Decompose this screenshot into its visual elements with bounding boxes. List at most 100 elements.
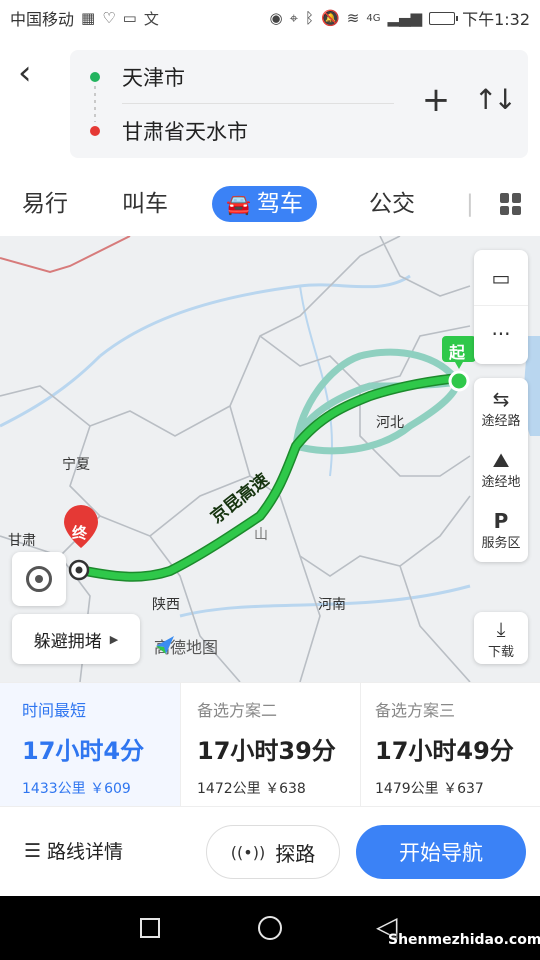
bluetooth-icon: ᛒ [305, 9, 315, 27]
plan-time: 17小时39分 [197, 737, 336, 765]
back-icon: ‹ [18, 53, 32, 93]
download-label: 下载 [487, 644, 514, 660]
map-view[interactable]: 起 终 宁夏 甘肃 河北 陕西 河南 山 京昆高速 ▭ ··· ⇆ 途经路 ⛰ … [0, 236, 540, 682]
status-left: 中国移动 ▦ ♡ ▭ 文 [10, 6, 159, 30]
start-field[interactable]: 天津市 [70, 50, 390, 104]
battery-icon [429, 11, 459, 25]
bottom-actions: ☰ 路线详情 ((•)) 探路 开始导航 [0, 806, 540, 896]
wifi-icon: ≋ [346, 9, 360, 27]
plan-distance: 1433公里 [22, 781, 86, 797]
plan-distance: 1479公里 [375, 781, 439, 797]
route-detail-button[interactable]: ☰ 路线详情 [24, 837, 123, 864]
end-point-center-icon [75, 566, 83, 574]
start-navigation-label: 开始导航 [399, 841, 483, 865]
health-icon: ♡ [102, 9, 116, 27]
plan-time: 17小时4分 [22, 737, 145, 765]
status-bar: 中国移动 ▦ ♡ ▭ 文 ◉ ⌖ ᛒ 🔕 ≋ 4G ▂▄▆ 下午1:32 [0, 0, 540, 36]
back-button[interactable]: ‹ [18, 56, 48, 90]
add-waypoint-button[interactable]: + [418, 80, 454, 120]
probe-button[interactable]: ((•)) 探路 [206, 825, 340, 879]
status-right: ◉ ⌖ ᛒ 🔕 ≋ 4G ▂▄▆ 下午1:32 [270, 6, 531, 30]
location-icon: ⌖ [289, 9, 299, 27]
route-plan-alt-3[interactable]: 备选方案三 17小时49分 1479公里 ￥637 [360, 683, 540, 807]
download-icon: ⤓ [496, 616, 506, 641]
end-field[interactable]: 甘肃省天水市 [70, 104, 390, 158]
map-label-shan: 山 [254, 527, 268, 543]
map-label-ningxia: 宁夏 [62, 457, 90, 473]
plan-tag: 备选方案二 [197, 701, 278, 720]
amap-logo-icon [156, 636, 174, 654]
main-route [76, 374, 462, 581]
plan-meta: 1472公里 ￥638 [197, 778, 360, 798]
locate-icon [26, 566, 52, 592]
avoid-congestion-button[interactable]: 躲避拥堵 ▶ [12, 614, 140, 664]
plan-distance: 1472公里 [197, 781, 261, 797]
tab-taxi[interactable]: 叫车 [122, 186, 168, 222]
more-dots-icon: ··· [491, 322, 511, 346]
route-path-icon: ⇆ [492, 387, 510, 411]
network-type: 4G [366, 12, 381, 24]
start-location: 天津市 [122, 66, 185, 90]
start-navigation-button[interactable]: 开始导航 [356, 825, 526, 879]
map-pin-icon: ⛰ [492, 448, 510, 472]
swap-route-button[interactable]: ↑↓ [474, 80, 517, 120]
broadcast-icon: ((•)) [230, 842, 266, 862]
message-icon: ▭ [122, 9, 137, 27]
watermark: Shenmezhidao.com [388, 932, 540, 948]
plus-icon: + [421, 80, 451, 120]
waypoint-road-label: 途经路 [481, 414, 521, 429]
tab-easy[interactable]: 易行 [22, 186, 68, 222]
amap-logo: 高德地图 [154, 634, 218, 658]
map-tools-group: ▭ ··· [474, 250, 528, 364]
end-marker-label: 终 [72, 524, 88, 542]
start-marker-label: 起 [449, 343, 466, 362]
more-modes-grid-icon[interactable] [500, 193, 522, 215]
traffic-layer-icon: ▭ [491, 265, 511, 290]
plan-time: 17小时49分 [375, 737, 514, 765]
parking-icon: P [493, 509, 509, 533]
waypoint-place-label: 途经地 [481, 475, 521, 490]
plan-cost: ￥609 [90, 781, 131, 797]
tab-drive[interactable]: 🚘 驾车 [212, 186, 317, 222]
route-input-box: 天津市 甘肃省天水市 + ↑↓ [70, 50, 528, 158]
tab-bus[interactable]: 公交 [369, 186, 415, 222]
plan-tag: 备选方案三 [375, 701, 456, 720]
start-dot-icon [90, 72, 100, 82]
download-button[interactable]: ⤓ 下载 [474, 612, 528, 664]
waypoint-place-button[interactable]: ⛰ 途经地 [474, 439, 528, 500]
input-method-icon: 文 [143, 9, 159, 28]
mute-icon: 🔕 [321, 9, 340, 27]
route-tools-group: ⇆ 途经路 ⛰ 途经地 P 服务区 [474, 378, 528, 562]
end-location: 甘肃省天水市 [122, 120, 248, 144]
map-label-shaanxi: 陕西 [152, 597, 180, 613]
home-icon[interactable] [258, 916, 282, 940]
plan-tag: 时间最短 [22, 701, 87, 720]
plan-meta: 1479公里 ￥637 [375, 778, 540, 798]
mode-tabs: 易行 叫车 🚘 驾车 公交 | [0, 172, 540, 236]
route-header: ‹ 天津市 甘肃省天水市 + ↑↓ [0, 36, 540, 172]
map-label-gansu: 甘肃 [8, 533, 36, 549]
car-icon: 🚘 [226, 192, 251, 216]
service-area-button[interactable]: P 服务区 [474, 500, 528, 561]
map-label-hebei: 河北 [376, 415, 404, 431]
plan-cost: ￥637 [443, 781, 484, 797]
plan-cost: ￥638 [265, 781, 306, 797]
national-border [0, 236, 131, 274]
recent-apps-icon[interactable] [140, 918, 160, 938]
tab-overflow-hint: | [466, 191, 474, 217]
tab-drive-label: 驾车 [256, 191, 303, 217]
route-plan-fastest[interactable]: 时间最短 17小时4分 1433公里 ￥609 [0, 683, 180, 807]
route-plan-alt-2[interactable]: 备选方案二 17小时39分 1472公里 ￥638 [180, 683, 360, 807]
avoid-congestion-label: 躲避拥堵 [33, 631, 102, 652]
more-tools-button[interactable]: ··· [474, 306, 528, 362]
main-route-outline [75, 373, 463, 582]
clock: 下午1:32 [462, 10, 530, 29]
traffic-layer-button[interactable]: ▭ [474, 250, 528, 306]
route-plans: 时间最短 17小时4分 1433公里 ￥609 备选方案二 17小时39分 14… [0, 682, 540, 807]
waypoint-road-button[interactable]: ⇆ 途经路 [474, 378, 528, 439]
locate-button[interactable] [12, 552, 66, 606]
swap-icon: ↑↓ [474, 83, 517, 116]
plan-meta: 1433公里 ￥609 [22, 778, 180, 798]
nfc-icon: ◉ [269, 9, 283, 27]
service-area-label: 服务区 [481, 536, 521, 551]
